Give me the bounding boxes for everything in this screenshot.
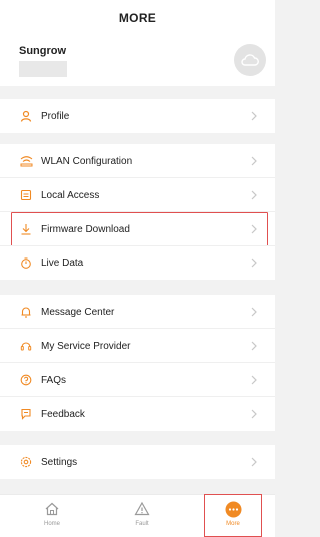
download-icon: [19, 222, 33, 236]
tab-home[interactable]: Home: [22, 495, 82, 537]
chevron-right-icon: [251, 156, 257, 166]
headset-icon: [19, 339, 33, 353]
menu-item-message-center[interactable]: Message Center: [0, 295, 275, 329]
chevron-right-icon: [251, 307, 257, 317]
menu-item-label: Message Center: [41, 306, 115, 318]
cloud-user-icon: [241, 54, 259, 66]
device-group: WLAN Configuration Local Access Firmware…: [0, 144, 275, 280]
menu-item-label: My Service Provider: [41, 340, 131, 352]
tab-bar: Home Fault More: [0, 494, 275, 537]
support-group: Message Center My Service Provider FAQs …: [0, 295, 275, 431]
menu-item-label: Live Data: [41, 257, 84, 269]
chevron-right-icon: [251, 457, 257, 467]
menu-item-service-provider[interactable]: My Service Provider: [0, 329, 275, 363]
menu-item-label: WLAN Configuration: [41, 155, 133, 167]
avatar[interactable]: [234, 44, 266, 76]
menu-item-label: Profile: [41, 110, 70, 122]
menu-item-label: Local Access: [41, 189, 100, 201]
menu-item-firmware-download[interactable]: Firmware Download: [0, 212, 275, 246]
profile-group: Profile: [0, 99, 275, 133]
menu-item-local-access[interactable]: Local Access: [0, 178, 275, 212]
tab-label: Home: [43, 521, 60, 527]
warning-icon: [133, 500, 151, 518]
stopwatch-icon: [19, 256, 33, 270]
person-icon: [19, 109, 33, 123]
tab-label: Fault: [135, 521, 149, 527]
chevron-right-icon: [251, 409, 257, 419]
menu-item-label: FAQs: [41, 374, 67, 386]
chevron-right-icon: [251, 341, 257, 351]
home-icon: [43, 500, 61, 518]
username: Sungrow: [19, 45, 67, 57]
menu-item-faqs[interactable]: FAQs: [0, 363, 275, 397]
tab-more[interactable]: More: [203, 495, 263, 537]
menu-item-feedback[interactable]: Feedback: [0, 397, 275, 431]
chevron-right-icon: [251, 190, 257, 200]
menu-item-wlan[interactable]: WLAN Configuration: [0, 144, 275, 178]
account-placeholder: [19, 61, 67, 77]
header: MORE Sungrow: [0, 0, 275, 86]
chevron-right-icon: [251, 111, 257, 121]
tab-label: More: [226, 521, 240, 527]
settings-group: Settings: [0, 445, 275, 479]
gear-icon: [19, 455, 33, 469]
menu-item-label: Firmware Download: [41, 223, 130, 235]
menu-item-label: Settings: [41, 456, 78, 468]
menu-item-live-data[interactable]: Live Data: [0, 246, 275, 280]
menu-item-label: Feedback: [41, 408, 85, 420]
feedback-icon: [19, 407, 33, 421]
local-access-icon: [19, 188, 33, 202]
menu-item-profile[interactable]: Profile: [0, 99, 275, 133]
chevron-right-icon: [251, 224, 257, 234]
wifi-icon: [19, 154, 33, 168]
menu-item-settings[interactable]: Settings: [0, 445, 275, 479]
chevron-right-icon: [251, 258, 257, 268]
chevron-right-icon: [251, 375, 257, 385]
question-icon: [19, 373, 33, 387]
more-icon: [224, 500, 242, 518]
bell-icon: [19, 305, 33, 319]
tab-fault[interactable]: Fault: [112, 495, 172, 537]
page-title: MORE: [118, 11, 157, 25]
